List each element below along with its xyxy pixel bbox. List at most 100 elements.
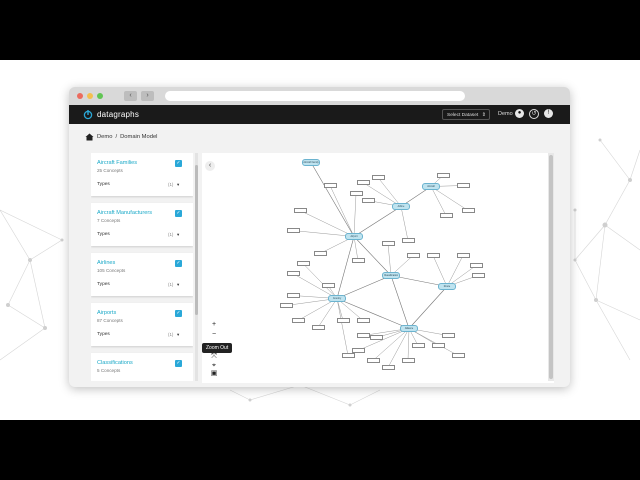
types-label: Types: [97, 332, 110, 337]
collection-checkbox[interactable]: ✓: [175, 260, 182, 267]
back-button[interactable]: ‹: [124, 91, 137, 101]
property-node[interactable]: [312, 325, 325, 330]
property-node[interactable]: [280, 303, 293, 308]
zoom-in-icon[interactable]: +: [209, 320, 219, 329]
property-node[interactable]: [357, 333, 370, 338]
property-node[interactable]: [412, 343, 425, 348]
zoom-out-icon[interactable]: −: [209, 330, 219, 339]
property-node[interactable]: [382, 241, 395, 246]
property-node[interactable]: [287, 293, 300, 298]
collection-card[interactable]: Airlines 105 Concepts ✓ Types (1) ▾: [91, 253, 193, 296]
class-node[interactable]: Aircraft Family: [302, 159, 320, 166]
class-node[interactable]: Classification: [382, 272, 400, 279]
property-node[interactable]: [402, 358, 415, 363]
property-node[interactable]: [322, 283, 335, 288]
chevron-down-icon[interactable]: ▾: [177, 232, 179, 238]
property-node[interactable]: [472, 273, 485, 278]
class-node[interactable]: Country: [328, 295, 346, 302]
graph-edge: [387, 243, 392, 276]
property-node[interactable]: [294, 208, 307, 213]
property-node[interactable]: [357, 318, 370, 323]
property-node[interactable]: [427, 253, 440, 258]
property-node[interactable]: [357, 180, 370, 185]
user-name: Demo: [498, 111, 513, 117]
browser-window: ‹ › datagraphs Select Dataset ⇕ Demo ● ↺…: [69, 87, 570, 387]
zoom-out-tooltip: Zoom Out: [202, 343, 233, 353]
history-icon[interactable]: ↺: [529, 109, 539, 119]
class-node[interactable]: Aircraft Manufacturer: [422, 183, 440, 190]
property-node[interactable]: [457, 183, 470, 188]
property-node[interactable]: [382, 365, 395, 370]
collection-title[interactable]: Classifications: [97, 360, 133, 366]
graph-edge: [430, 186, 447, 216]
user-icon[interactable]: ●: [515, 109, 524, 118]
property-node[interactable]: [287, 271, 300, 276]
property-node[interactable]: [457, 253, 470, 258]
types-label: Types: [97, 182, 110, 187]
dataset-select[interactable]: Select Dataset ⇕: [442, 109, 490, 120]
sidebar-scrollbar-thumb[interactable]: [195, 165, 198, 315]
collection-card[interactable]: Classifications 5 Concepts ✓: [91, 353, 193, 381]
property-node[interactable]: [442, 333, 455, 338]
property-node[interactable]: [324, 183, 337, 188]
class-node[interactable]: Route: [438, 283, 456, 290]
collection-title[interactable]: Airports: [97, 310, 116, 316]
class-node[interactable]: Airport: [345, 233, 363, 240]
property-node[interactable]: [402, 238, 415, 243]
property-node[interactable]: [297, 261, 310, 266]
collection-checkbox[interactable]: ✓: [175, 160, 182, 167]
save-icon[interactable]: ▣: [209, 369, 219, 378]
property-node[interactable]: [372, 175, 385, 180]
property-node[interactable]: [350, 191, 363, 196]
collection-checkbox[interactable]: ✓: [175, 360, 182, 367]
logo[interactable]: datagraphs: [83, 109, 139, 120]
property-node[interactable]: [287, 228, 300, 233]
property-node[interactable]: [437, 173, 450, 178]
collection-card[interactable]: Airports 87 Concepts ✓ Types (1) ▾: [91, 303, 193, 346]
graph-scrollbar[interactable]: [548, 153, 554, 381]
collection-checkbox[interactable]: ✓: [175, 310, 182, 317]
graph-edge: [432, 255, 448, 287]
home-icon[interactable]: [85, 133, 94, 141]
chevron-down-icon[interactable]: ▾: [177, 332, 179, 338]
collection-title[interactable]: Aircraft Manufacturers: [97, 210, 152, 216]
maximize-window-icon[interactable]: [97, 93, 103, 99]
graph-edge: [336, 236, 355, 299]
address-bar[interactable]: [165, 91, 465, 101]
property-node[interactable]: [440, 213, 453, 218]
property-node[interactable]: [462, 208, 475, 213]
property-node[interactable]: [352, 258, 365, 263]
dataset-select-label: Select Dataset: [447, 113, 479, 118]
minimize-window-icon[interactable]: [87, 93, 93, 99]
property-node[interactable]: [432, 343, 445, 348]
class-node[interactable]: Alliance: [400, 325, 418, 332]
property-node[interactable]: [367, 358, 380, 363]
collection-checkbox[interactable]: ✓: [175, 210, 182, 217]
logo-text: datagraphs: [97, 110, 140, 119]
collection-title[interactable]: Airlines: [97, 260, 115, 266]
chevron-down-icon[interactable]: ▾: [177, 182, 179, 188]
class-node[interactable]: Airline: [392, 203, 410, 210]
property-node[interactable]: [470, 263, 483, 268]
property-node[interactable]: [337, 318, 350, 323]
property-node[interactable]: [314, 251, 327, 256]
collapse-sidebar-button[interactable]: ‹: [205, 161, 215, 171]
reset-icon[interactable]: ⤧: [209, 352, 219, 361]
domain-model-graph[interactable]: ‹ + − ⤧ ⌖ ▣ Zoom Out Aircraft Family Airc…: [202, 153, 554, 383]
property-node[interactable]: [407, 253, 420, 258]
collection-card[interactable]: Aircraft Manufacturers 7 Concepts ✓ Type…: [91, 203, 193, 246]
property-node[interactable]: [342, 353, 355, 358]
property-node[interactable]: [370, 335, 383, 340]
close-window-icon[interactable]: [77, 93, 83, 99]
property-node[interactable]: [292, 318, 305, 323]
graph-scrollbar-thumb[interactable]: [549, 155, 553, 379]
property-node[interactable]: [362, 198, 375, 203]
breadcrumb-home[interactable]: Demo: [97, 134, 112, 140]
chat-icon[interactable]: !: [544, 109, 553, 118]
property-node[interactable]: [452, 353, 465, 358]
sidebar-scrollbar[interactable]: [195, 153, 198, 381]
collection-card[interactable]: Aircraft Families 25 Concepts ✓ Types (1…: [91, 153, 193, 196]
forward-button[interactable]: ›: [141, 91, 154, 101]
collection-title[interactable]: Aircraft Families: [97, 160, 137, 166]
chevron-down-icon[interactable]: ▾: [177, 282, 179, 288]
